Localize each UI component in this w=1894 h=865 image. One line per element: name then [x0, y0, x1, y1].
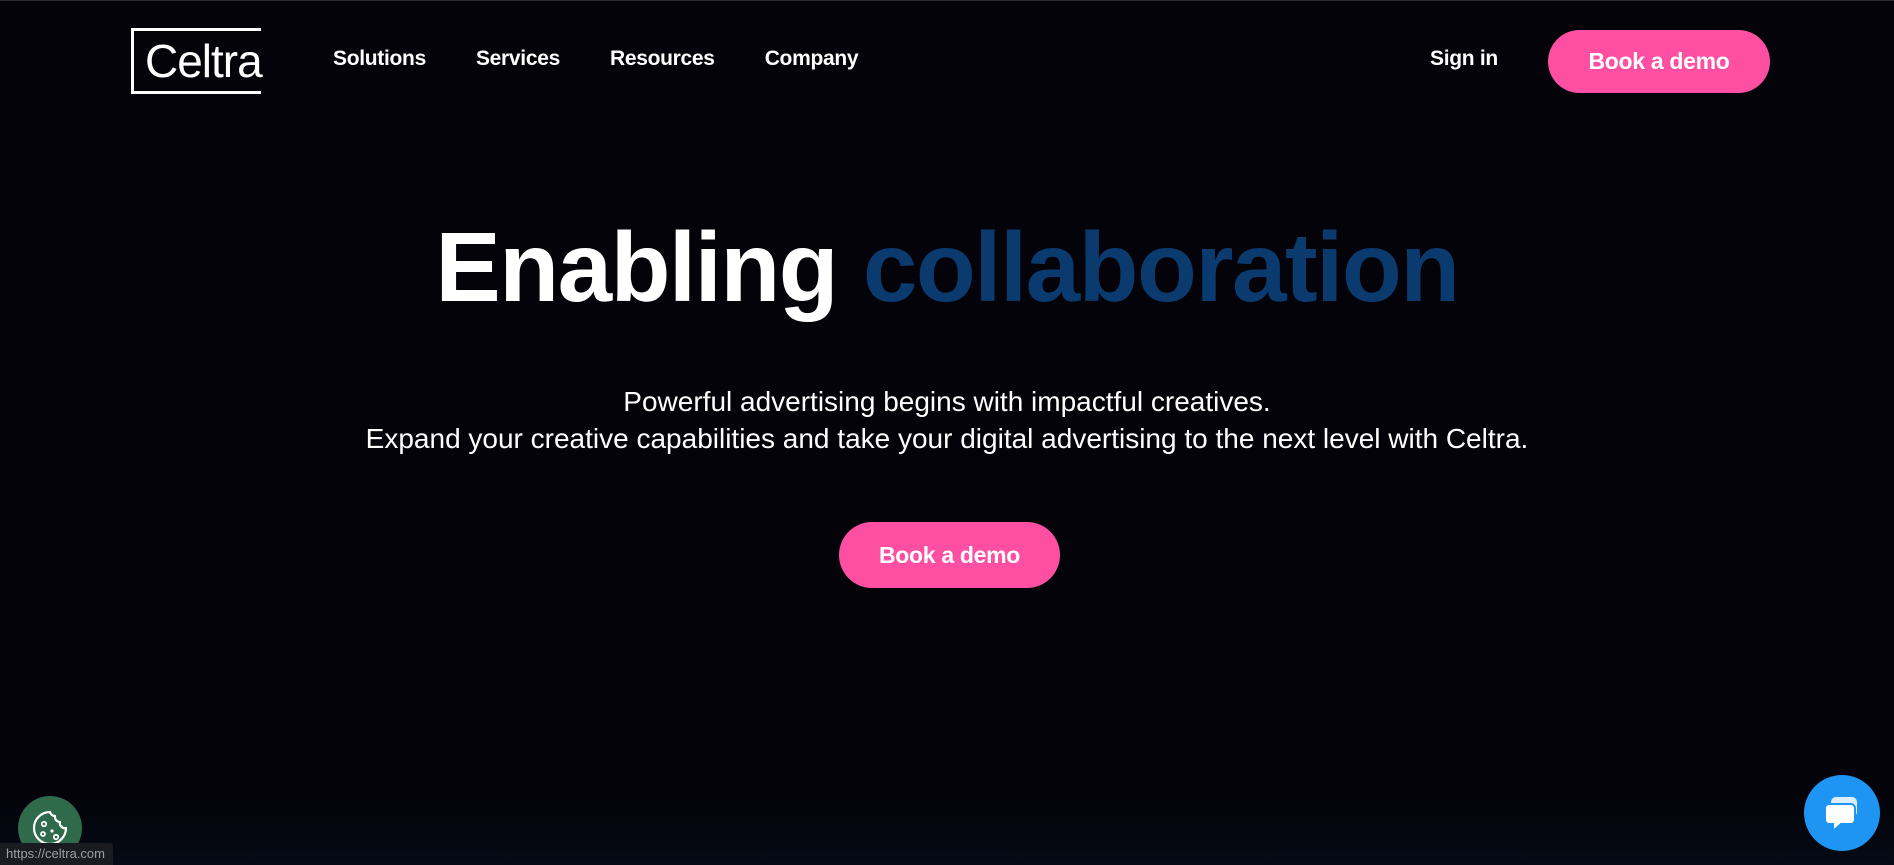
logo-frame-top [131, 28, 261, 31]
status-bar-url: https://celtra.com [0, 843, 113, 865]
nav-item-company[interactable]: Company [765, 44, 859, 74]
hero-subtitle: Powerful advertising begins with impactf… [0, 383, 1894, 457]
main-nav: Solutions Services Resources Company [333, 44, 908, 74]
hero-book-demo-button[interactable]: Book a demo [839, 522, 1060, 588]
hero-title: Enabling collaboration [0, 212, 1894, 322]
page: Celtra Solutions Services Resources Comp… [0, 0, 1894, 865]
nav-item-resources[interactable]: Resources [610, 44, 715, 74]
chat-launcher-button[interactable] [1804, 775, 1880, 851]
chat-bubble-icon [1824, 797, 1857, 834]
hero-title-part2: collaboration [862, 212, 1460, 322]
nav-item-solutions[interactable]: Solutions [333, 44, 426, 74]
nav-item-services[interactable]: Services [476, 44, 560, 74]
top-divider [0, 0, 1894, 1]
celtra-logo[interactable]: Celtra [131, 28, 263, 94]
logo-frame-left [131, 28, 134, 94]
hero-subtitle-line2: Expand your creative capabilities and ta… [365, 423, 1529, 454]
hero-title-part1: Enabling [435, 212, 838, 322]
logo-text: Celtra [145, 35, 263, 87]
sign-in-link[interactable]: Sign in [1430, 44, 1498, 74]
logo-frame-bottom [131, 91, 261, 94]
header-book-demo-button[interactable]: Book a demo [1548, 30, 1770, 93]
hero-subtitle-line1: Powerful advertising begins with impactf… [623, 386, 1271, 417]
